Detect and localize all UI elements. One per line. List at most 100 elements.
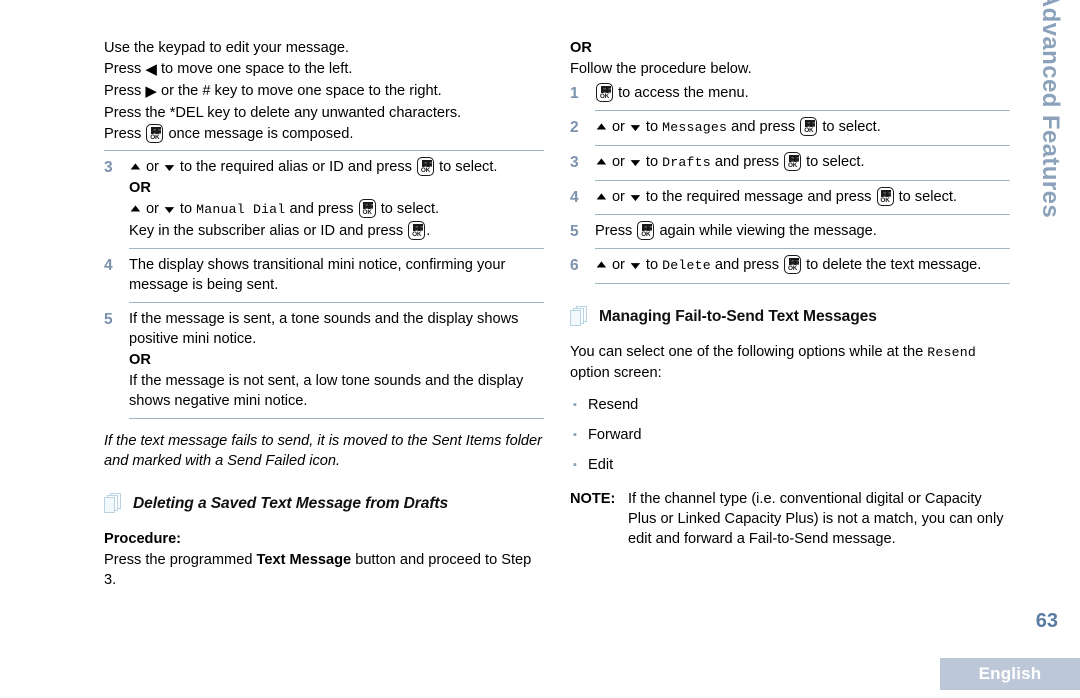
ok-menu-key-icon: OK [637, 221, 655, 240]
step-number: 3 [570, 154, 579, 171]
intro-line-5-pre: Press [104, 126, 142, 142]
ok-key-label: OK [412, 231, 422, 238]
arrow-up-icon: ▲ [127, 201, 144, 214]
or-label: or [611, 154, 625, 170]
step-3-text-end: to select. [806, 154, 865, 170]
step-body: ▲ or ▼ to Delete and press OK to delete … [593, 255, 1010, 277]
divider [595, 110, 1010, 111]
ok-menu-key-icon: OK [596, 83, 613, 102]
step-3-text-c-pre: Key in the subscriber alias or ID and pr… [129, 223, 404, 239]
note-block: NOTE: If the channel type (i.e. conventi… [570, 489, 1010, 549]
arrow-left-icon: ◀ [145, 61, 157, 78]
procedure-pre: Press the programmed [104, 552, 253, 568]
step-6-text-end: to delete the text message. [806, 257, 982, 273]
divider [104, 150, 544, 151]
arrow-down-icon: ▼ [161, 161, 178, 174]
step-body: If the message is sent, a tone sounds an… [129, 309, 544, 412]
section-heading-deleting-draft: Deleting a Saved Text Message from Draft… [104, 493, 544, 515]
step-4-text-end: to select. [898, 189, 957, 205]
step-3-text-mid: and press [714, 154, 779, 170]
procedure-label: Procedure: [104, 531, 182, 547]
section-heading-label: Deleting a Saved Text Message from Draft… [133, 495, 449, 512]
divider [129, 302, 544, 303]
note-label: NOTE: [570, 491, 616, 507]
ok-key-grid [641, 224, 652, 231]
ok-menu-key-icon: OK [146, 124, 164, 143]
step-5-text-a: If the message is sent, a tone sounds an… [129, 311, 519, 347]
ok-menu-key-icon: OK [408, 221, 426, 240]
intro-line-2-post: to move one space to the left. [160, 61, 353, 77]
divider [595, 180, 1010, 181]
menu-item-drafts: Drafts [662, 155, 711, 170]
step-body: ▲ or ▼ to Drafts and press OK to select. [593, 152, 1010, 174]
divider [129, 418, 544, 419]
step-3-text-pre: to [645, 154, 659, 170]
or-label: or [145, 201, 159, 217]
bullet-icon: ▪ [573, 399, 577, 411]
menu-item-messages: Messages [662, 120, 728, 135]
step-body: ▲ or ▼ to the required alias or ID and p… [127, 157, 544, 242]
arrow-down-icon: ▼ [627, 259, 644, 272]
step-2-text-pre: to [645, 119, 659, 135]
ok-key-label: OK [880, 197, 890, 204]
ok-key-label: OK [787, 265, 798, 272]
step-1-label: to access the menu. [618, 85, 749, 101]
intro-line-3-pre: Press [104, 83, 142, 99]
step-5: 5 Press OK again while viewing the messa… [570, 221, 1010, 242]
arrow-right-icon: ▶ [145, 83, 157, 100]
arrow-down-icon: ▼ [627, 191, 644, 204]
step-2-text-end: to select. [822, 119, 881, 135]
step-body: The display shows transitional mini noti… [129, 255, 544, 296]
ok-menu-key-icon: OK [784, 152, 802, 171]
bullet-icon: ▪ [573, 459, 577, 471]
ok-key-label: OK [362, 209, 372, 216]
pages-stack-icon [104, 493, 124, 515]
left-column: Use the keypad to edit your message. Pre… [104, 38, 544, 591]
ok-menu-key-icon: OK [876, 187, 894, 206]
ok-key-grid [600, 86, 611, 93]
step-3-text-a: to the required alias or ID and press [179, 159, 412, 175]
step-5: 5 If the message is sent, a tone sounds … [104, 309, 544, 412]
managing-intro-pre: You can select one of the following opti… [570, 344, 924, 360]
ok-key-label: OK [420, 167, 431, 174]
intro-line-3: Press ▶ or the # key to move one space t… [104, 81, 544, 102]
or-label: or [611, 189, 625, 205]
intro-line-1: Use the keypad to edit your message. [104, 40, 349, 56]
step-4: 4 ▲ or ▼ to the required message and pre… [570, 187, 1010, 208]
ok-menu-key-icon: OK [784, 255, 802, 274]
step-body: ▲ or ▼ to the required message and press… [593, 187, 1010, 208]
page-number: 63 [1035, 610, 1058, 632]
ok-key-grid [804, 120, 815, 127]
or-label: or [611, 119, 625, 135]
ok-menu-key-icon: OK [800, 117, 818, 136]
step-4-text: ▲ or ▼ to the required message and press… [593, 187, 1010, 207]
side-tab-label: Advanced Features [1037, 0, 1064, 219]
bullet-icon: ▪ [573, 429, 577, 441]
arrow-up-icon: ▲ [593, 154, 610, 167]
manual-page: Use the keypad to edit your message. Pre… [0, 0, 1080, 698]
step-number: 5 [104, 311, 113, 328]
step-number: 3 [104, 159, 113, 176]
or-divider: OR [129, 352, 151, 368]
step-3-line-a: ▲ or ▼ to the required alias or ID and p… [127, 157, 544, 177]
list-item: ▪ Edit [570, 455, 1010, 475]
step-3-line-b: ▲ or ▼ to Manual Dial and press OK to se… [127, 199, 544, 220]
arrow-down-icon: ▼ [627, 121, 644, 134]
arrow-down-icon: ▼ [161, 203, 178, 216]
step-number: 4 [570, 189, 579, 206]
step-2-text-mid: and press [731, 119, 796, 135]
note-text: If the channel type (i.e. conventional d… [628, 491, 1004, 547]
step-5-text-pre: Press [595, 223, 633, 239]
menu-item-manual-dial: Manual Dial [196, 202, 286, 217]
step-3: 3 ▲ or ▼ to Drafts and press OK to selec… [570, 152, 1010, 174]
step-4: 4 The display shows transitional mini no… [104, 255, 544, 296]
menu-item-delete: Delete [662, 258, 711, 273]
ok-key-grid [788, 155, 799, 162]
ok-key-label: OK [787, 162, 798, 169]
list-item: ▪ Resend [570, 395, 1010, 415]
step-body: Press OK again while viewing the message… [595, 221, 1010, 242]
arrow-up-icon: ▲ [593, 189, 610, 202]
or-divider: OR [129, 180, 151, 196]
right-column: OR Follow the procedure below. 1 OK to a… [570, 38, 1010, 549]
option-resend: Resend [588, 397, 639, 413]
